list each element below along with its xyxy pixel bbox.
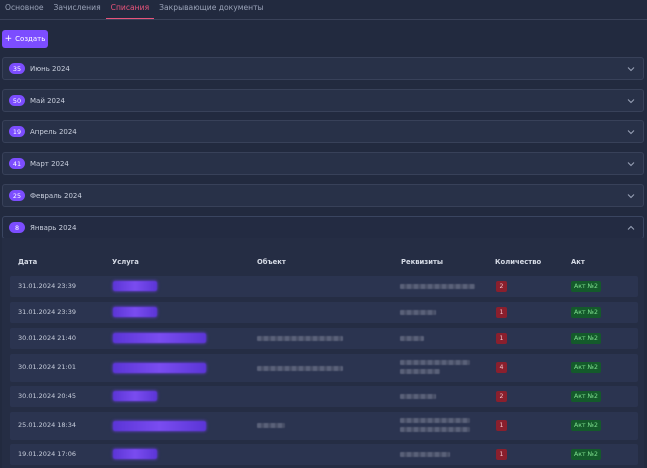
column-header-act: Акт [571, 258, 585, 266]
table-row[interactable]: 30.01.2024 21:01 4 Акт №2 [10, 354, 638, 382]
act-badge[interactable]: Акт №2 [571, 449, 601, 460]
count-badge: 19 [9, 126, 25, 137]
requisites-redacted [400, 452, 450, 457]
column-header-service: Услуга [112, 258, 139, 266]
act-badge[interactable]: Акт №2 [571, 307, 601, 318]
chevron-down-icon [627, 67, 635, 72]
create-button[interactable]: + Создать [2, 30, 48, 48]
column-header-object: Объект [257, 258, 286, 266]
tab-main[interactable]: Основное [0, 0, 49, 15]
requisites-redacted [400, 427, 470, 432]
table-row[interactable]: 19.01.2024 17:06 1 Акт №2 [10, 444, 638, 465]
requisites-redacted [400, 284, 475, 289]
month-accordion-january[interactable]: 8 Январь 2024 [2, 216, 644, 239]
column-header-quantity: Количество [495, 258, 542, 266]
row-date: 31.01.2024 23:39 [18, 282, 77, 290]
month-label: Февраль 2024 [30, 191, 82, 200]
table-row[interactable]: 31.01.2024 23:39 2 Акт №2 [10, 276, 638, 297]
row-date: 31.01.2024 23:39 [18, 308, 77, 316]
quantity-badge: 2 [496, 281, 507, 292]
act-badge[interactable]: Акт №2 [571, 362, 601, 373]
service-redacted [113, 449, 157, 459]
object-redacted [257, 366, 343, 371]
service-redacted [113, 391, 157, 401]
month-label: Апрель 2024 [30, 127, 77, 136]
chevron-down-icon [627, 194, 635, 199]
column-header-requisites: Реквизиты [401, 258, 444, 266]
chevron-down-icon [627, 130, 635, 135]
act-badge[interactable]: Акт №2 [571, 420, 601, 431]
month-accordion-may[interactable]: 50 Май 2024 [2, 89, 644, 112]
service-redacted [113, 363, 206, 373]
requisites-redacted [400, 394, 436, 399]
row-date: 25.01.2024 18:34 [18, 421, 77, 429]
row-date: 30.01.2024 21:40 [18, 334, 77, 342]
object-redacted [257, 423, 285, 428]
tab-bar: Основное Зачисления Списания Закрывающие… [0, 0, 647, 20]
requisites-redacted [400, 418, 470, 423]
quantity-badge: 1 [496, 307, 507, 318]
count-badge: 25 [9, 190, 25, 201]
act-badge[interactable]: Акт №2 [571, 391, 601, 402]
quantity-badge: 4 [496, 362, 507, 373]
chevron-up-icon [627, 225, 635, 230]
service-redacted [113, 333, 206, 343]
requisites-redacted [400, 360, 470, 365]
month-accordion-april[interactable]: 19 Апрель 2024 [2, 120, 644, 143]
service-redacted [113, 281, 157, 291]
count-badge: 35 [9, 63, 25, 74]
act-badge[interactable]: Акт №2 [571, 333, 601, 344]
month-label: Январь 2024 [30, 223, 77, 232]
table-row[interactable]: 30.01.2024 21:40 1 Акт №2 [10, 328, 638, 349]
month-label: Июнь 2024 [30, 64, 70, 73]
service-redacted [113, 307, 157, 317]
requisites-redacted [400, 336, 424, 341]
table-row[interactable]: 30.01.2024 20:45 2 Акт №2 [10, 386, 638, 407]
service-redacted [113, 421, 206, 431]
table-row[interactable]: 31.01.2024 23:39 1 Акт №2 [10, 302, 638, 323]
column-header-date: Дата [18, 258, 38, 266]
row-date: 30.01.2024 20:45 [18, 392, 77, 400]
count-badge: 41 [9, 158, 25, 169]
tab-debits[interactable]: Списания [105, 0, 155, 19]
quantity-badge: 1 [496, 420, 507, 431]
quantity-badge: 1 [496, 333, 507, 344]
create-button-label: Создать [15, 35, 46, 43]
month-accordion-march[interactable]: 41 Март 2024 [2, 152, 644, 175]
row-date: 19.01.2024 17:06 [18, 450, 77, 458]
month-label: Май 2024 [30, 96, 65, 105]
row-date: 30.01.2024 21:01 [18, 363, 77, 371]
tab-closing-documents[interactable]: Закрывающие документы [154, 0, 268, 15]
debits-table: Дата Услуга Объект Реквизиты Количество … [2, 238, 644, 468]
month-accordion-february[interactable]: 25 Февраль 2024 [2, 184, 644, 207]
chevron-down-icon [627, 162, 635, 167]
quantity-badge: 1 [496, 449, 507, 460]
count-badge: 50 [9, 95, 25, 106]
count-badge: 8 [9, 222, 25, 233]
plus-icon: + [4, 33, 13, 44]
requisites-redacted [400, 369, 440, 374]
quantity-badge: 2 [496, 391, 507, 402]
chevron-down-icon [627, 99, 635, 104]
month-accordion-june[interactable]: 35 Июнь 2024 [2, 57, 644, 80]
table-row[interactable]: 25.01.2024 18:34 1 Акт №2 [10, 412, 638, 440]
tab-credits[interactable]: Зачисления [49, 0, 106, 15]
requisites-redacted [400, 310, 436, 315]
object-redacted [257, 336, 343, 341]
month-label: Март 2024 [30, 159, 69, 168]
act-badge[interactable]: Акт №2 [571, 281, 601, 292]
